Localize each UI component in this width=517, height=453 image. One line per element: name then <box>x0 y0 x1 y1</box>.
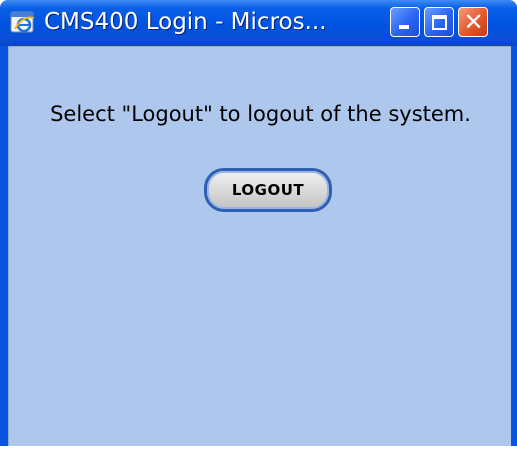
logout-message: Select "Logout" to logout of the system. <box>50 102 471 126</box>
close-button[interactable]: ✕ <box>458 7 488 37</box>
browser-window: CMS400 Login - Micros... ✕ Select "Logou… <box>0 0 517 446</box>
maximize-icon <box>432 15 447 30</box>
internet-explorer-icon <box>10 11 35 33</box>
logout-button[interactable]: LOGOUT <box>204 168 332 212</box>
minimize-icon <box>399 25 409 29</box>
close-icon: ✕ <box>463 8 484 36</box>
page-content: Select "Logout" to logout of the system.… <box>8 46 511 446</box>
window-title: CMS400 Login - Micros... <box>44 9 327 35</box>
minimize-button[interactable] <box>390 7 420 37</box>
title-bar[interactable]: CMS400 Login - Micros... ✕ <box>0 0 517 46</box>
maximize-button[interactable] <box>424 7 454 37</box>
